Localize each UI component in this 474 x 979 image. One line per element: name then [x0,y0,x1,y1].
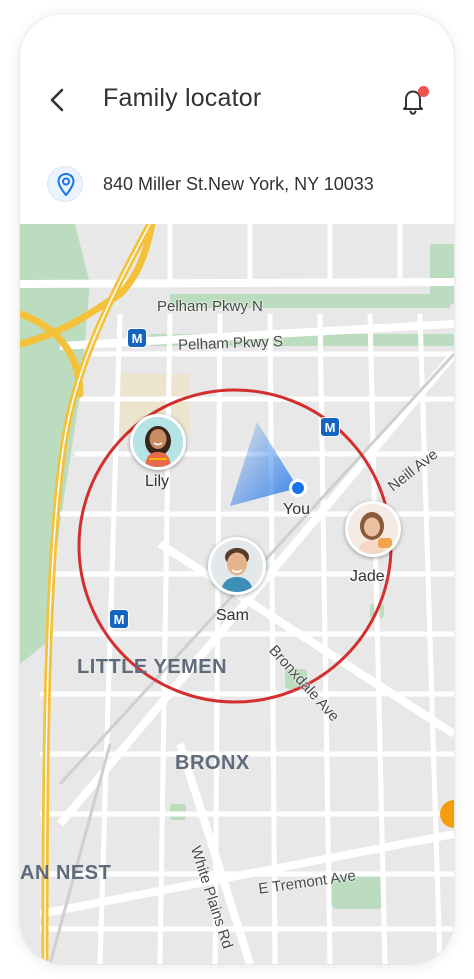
member-name: Sam [216,607,249,624]
location-pin-icon [57,172,75,197]
area-label: AN NEST [20,862,112,884]
metro-station-icon[interactable]: M [320,417,340,437]
address-text: 840 Miller St.New York, NY 10033 [103,174,374,194]
family-member-pin[interactable]: Lily [130,414,186,490]
sam-avatar-icon [211,540,263,592]
area-label: BRONX [175,752,250,774]
jade-avatar-icon [348,504,398,554]
page-title: Family locator [103,84,262,112]
family-member-pin[interactable]: Sam [208,537,266,627]
chevron-left-icon [50,88,64,112]
avatar [345,501,401,557]
you-label: You [283,501,310,518]
metro-station-icon[interactable]: M [109,609,129,629]
avatar [130,414,186,470]
notification-badge [418,86,429,97]
map-view[interactable]: M M M Pelham Pkwy N Pelham Pkwy S Neill … [20,224,454,964]
street-label: Pelham Pkwy N [157,298,263,315]
metro-station-icon[interactable]: M [127,328,147,348]
member-name: Jade [350,568,385,585]
avatar [208,537,266,595]
back-button[interactable] [44,82,76,118]
area-label: LITTLE YEMEN [77,656,228,678]
address-location-badge [47,166,83,202]
member-name: Lily [145,473,170,490]
family-member-pin[interactable]: Jade [345,501,401,591]
phone-frame: Family locator 840 Miller St.New York, N… [20,14,454,964]
app-header: Family locator 840 Miller St.New York, N… [20,14,454,224]
lily-avatar-icon [133,417,183,467]
